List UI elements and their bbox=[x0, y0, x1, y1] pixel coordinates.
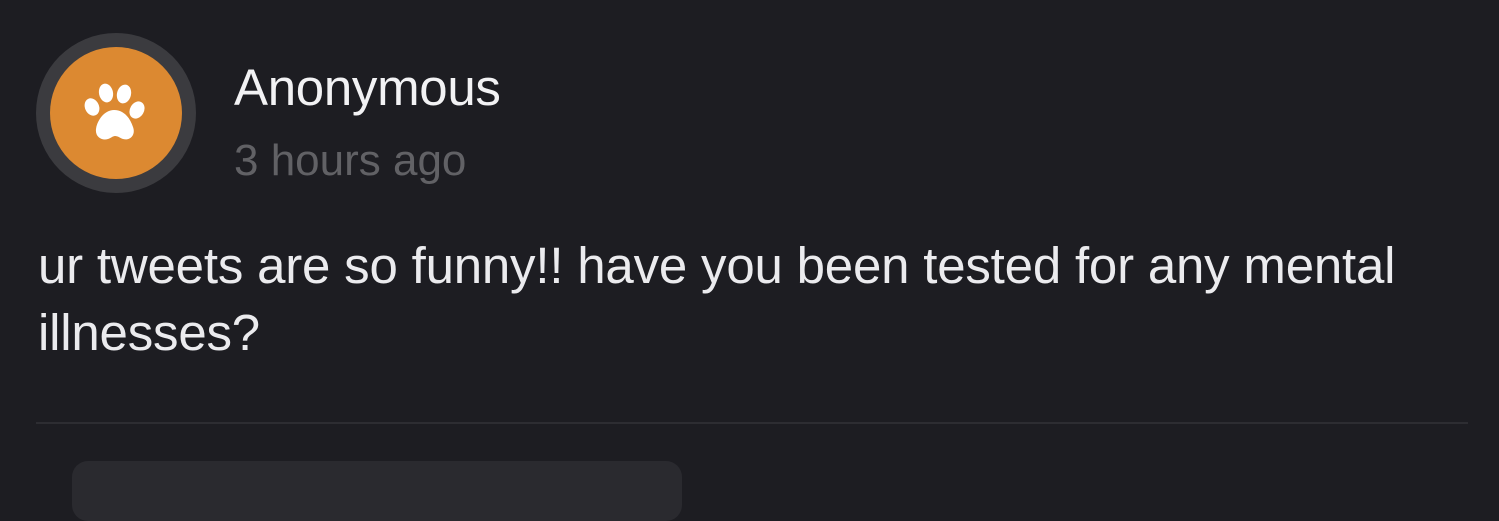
message-text: ur tweets are so funny!! have you been t… bbox=[38, 237, 1396, 361]
avatar-circle bbox=[50, 47, 182, 179]
reply-box[interactable] bbox=[72, 461, 682, 521]
post-card: Anonymous 3 hours ago ur tweets are so f… bbox=[0, 0, 1499, 521]
author-name[interactable]: Anonymous bbox=[234, 58, 501, 117]
paw-icon bbox=[84, 83, 145, 140]
timestamp: 3 hours ago bbox=[234, 136, 467, 185]
divider bbox=[36, 422, 1468, 424]
avatar[interactable] bbox=[36, 33, 196, 193]
